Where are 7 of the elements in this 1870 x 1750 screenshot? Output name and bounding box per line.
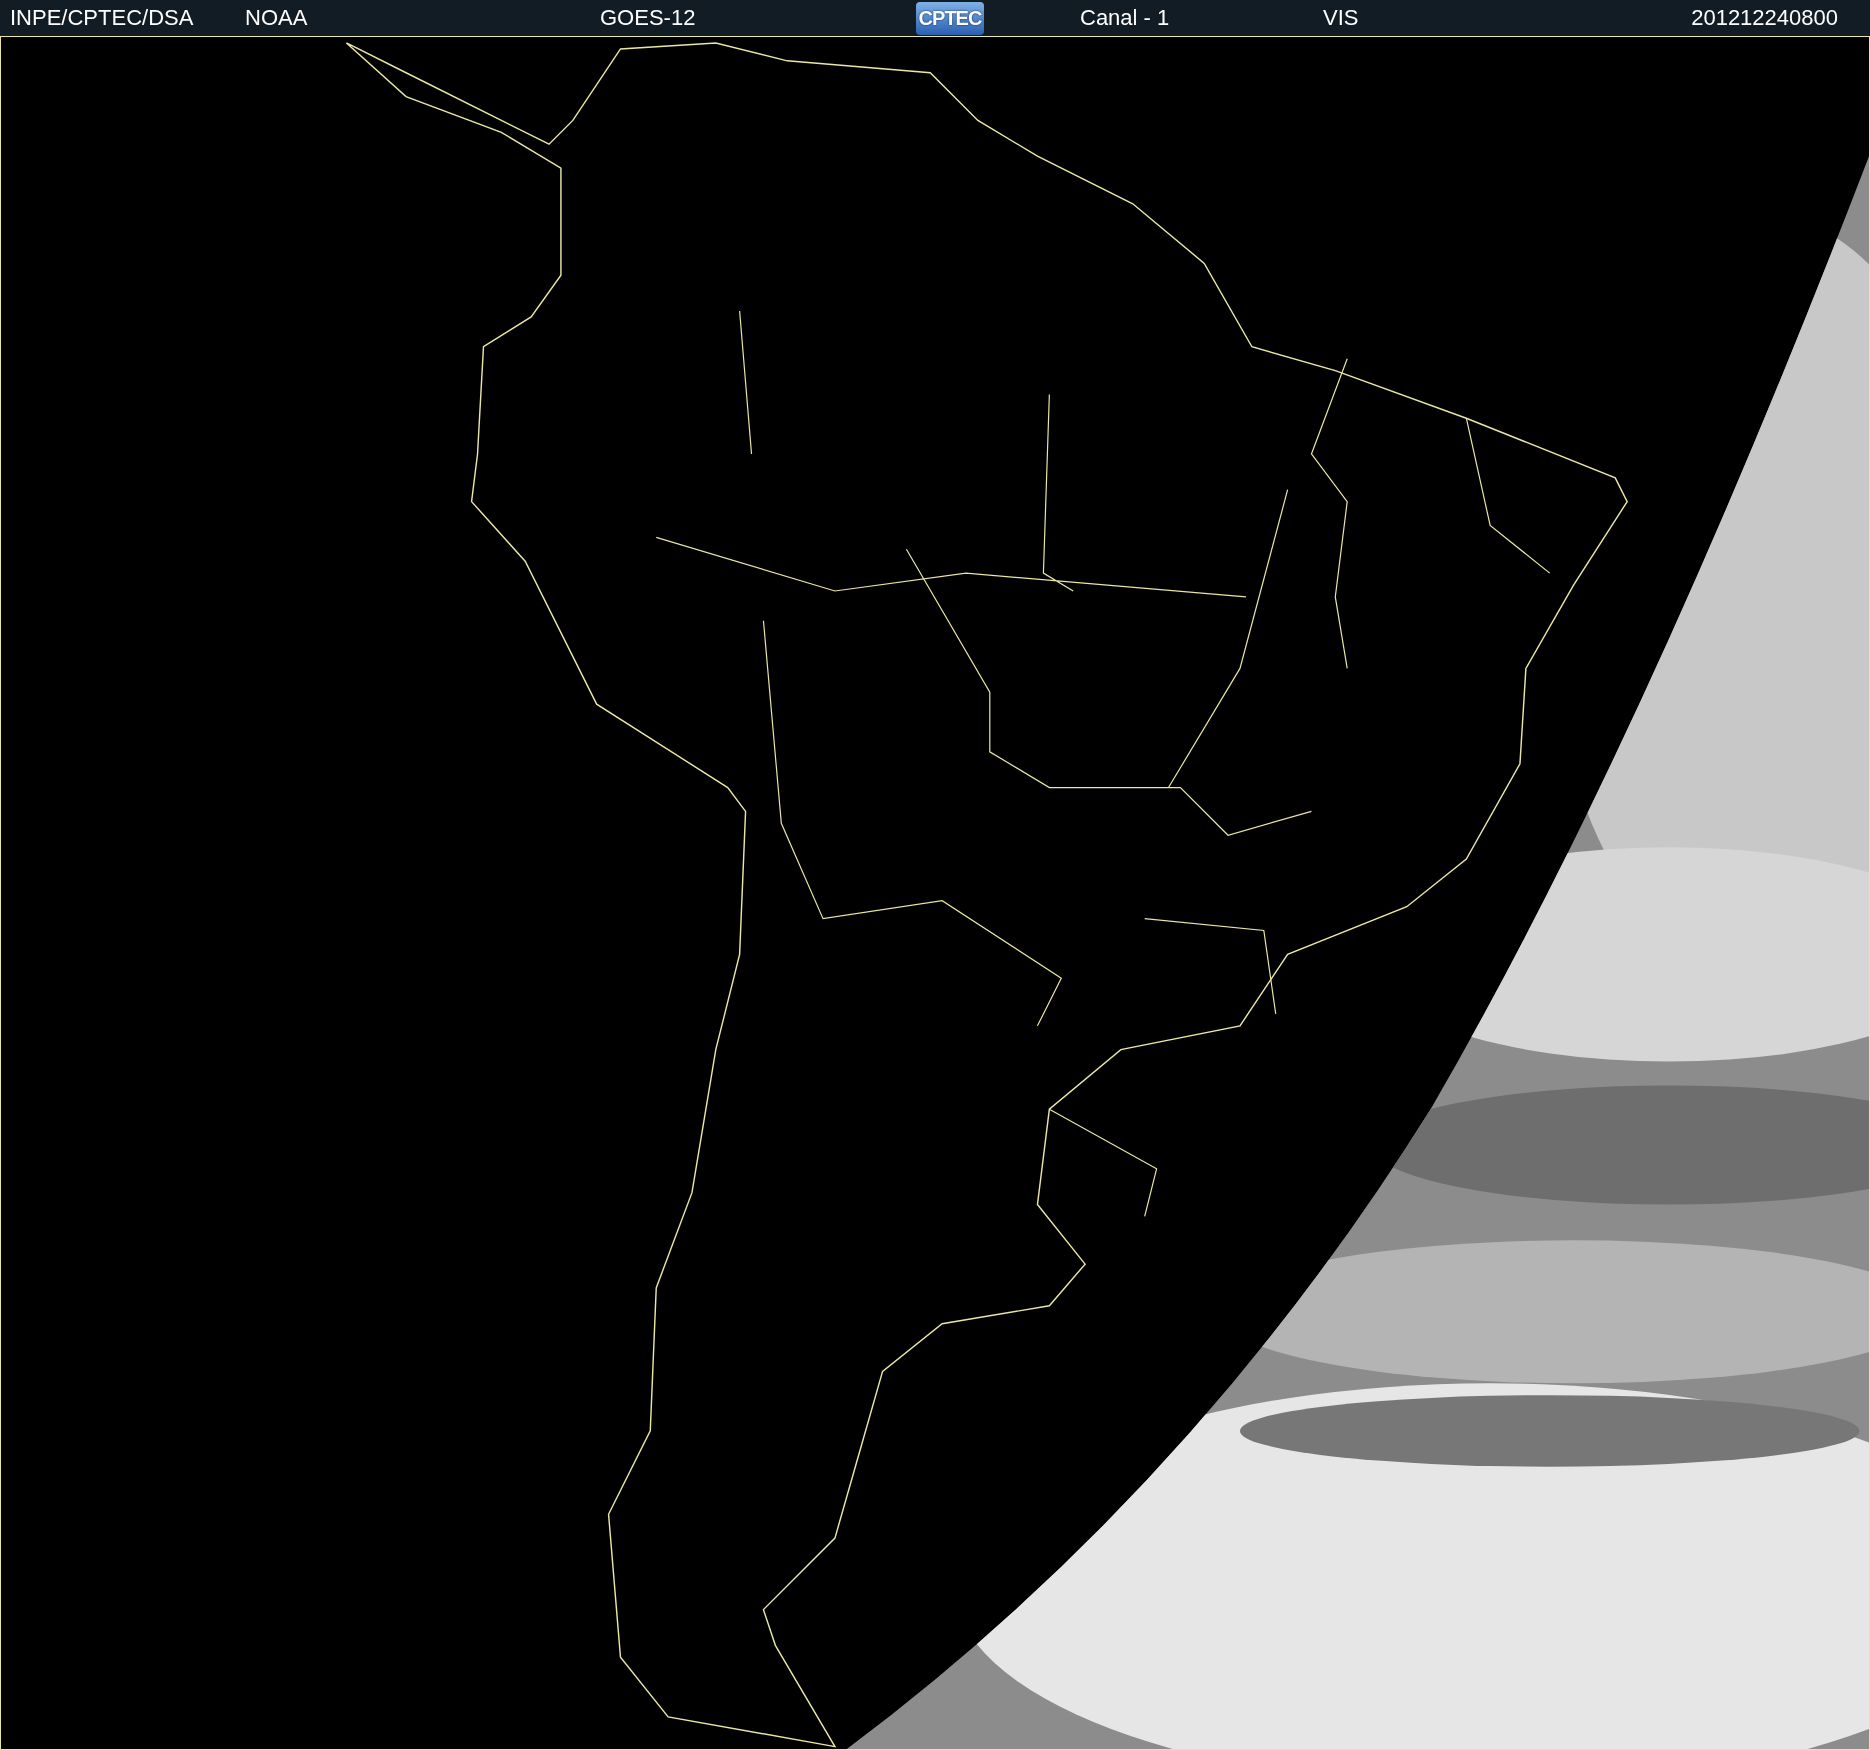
channel-label: Canal - 1 (1080, 7, 1171, 29)
source-label: NOAA (245, 7, 309, 29)
band-label: VIS (1323, 7, 1359, 29)
timestamp-label: 201212240800 (1691, 7, 1838, 29)
satellite-label: GOES-12 (600, 7, 697, 29)
logo-badge: CPTEC (916, 1, 984, 35)
agency-label: INPE/CPTEC/DSA (10, 7, 195, 29)
